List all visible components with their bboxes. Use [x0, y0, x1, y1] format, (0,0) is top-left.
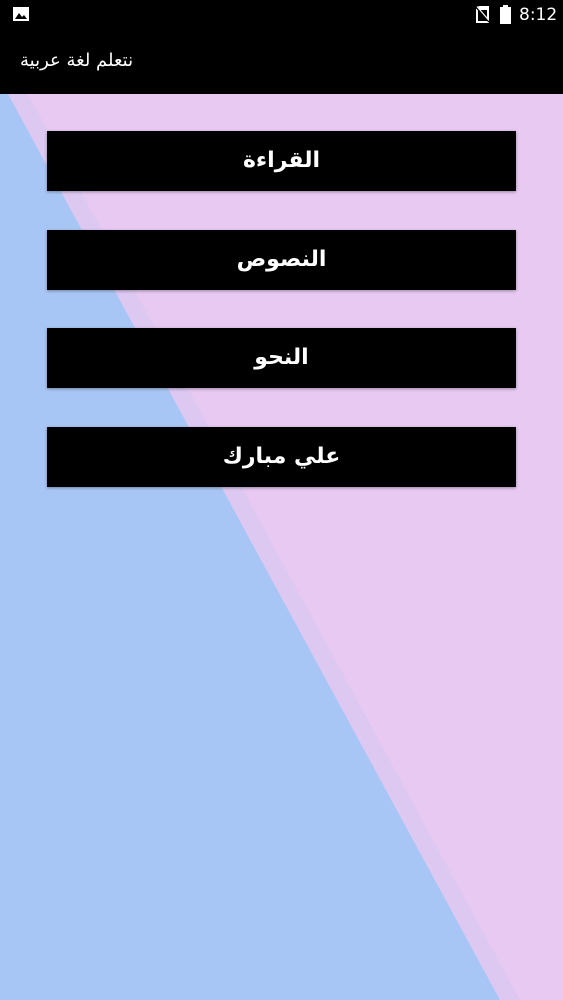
reading-button[interactable]: القراءة	[47, 131, 516, 191]
image-notification-icon	[13, 7, 29, 21]
main-content: القراءة النصوص النحو علي مبارك	[0, 94, 563, 1000]
app-screen: 8:12 نتعلم لغة عربية القراءة النصوص النح…	[0, 0, 563, 1000]
app-title: نتعلم لغة عربية	[20, 50, 134, 71]
grammar-button[interactable]: النحو	[47, 328, 516, 388]
battery-icon	[500, 5, 511, 24]
author-button[interactable]: علي مبارك	[47, 427, 516, 487]
texts-button[interactable]: النصوص	[47, 230, 516, 290]
no-sim-icon	[476, 6, 489, 23]
app-bar: نتعلم لغة عربية	[0, 30, 563, 94]
status-time: 8:12	[519, 5, 558, 25]
status-bar: 8:12	[0, 0, 563, 30]
